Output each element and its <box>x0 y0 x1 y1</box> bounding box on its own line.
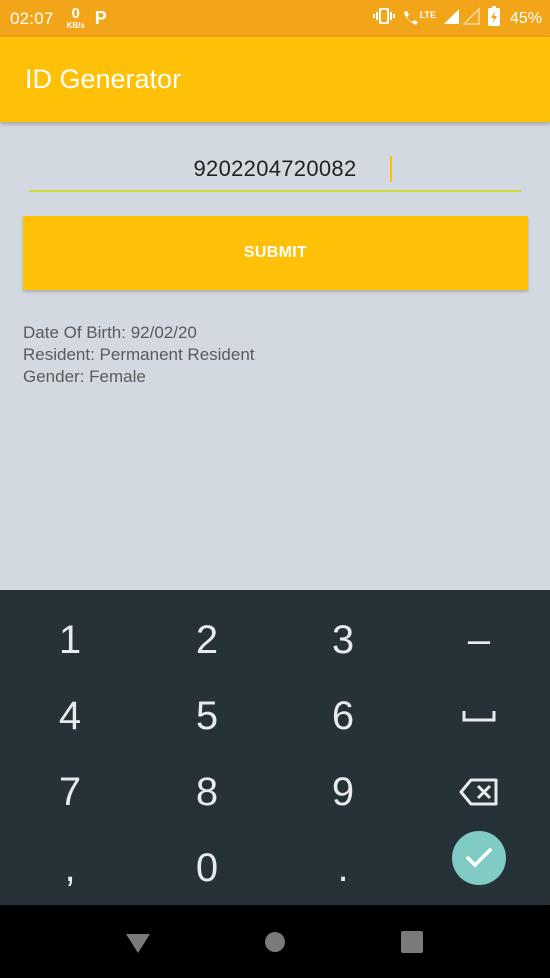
battery-percentage: 45% <box>509 9 542 27</box>
key-minus[interactable]: – <box>411 602 547 678</box>
status-time: 02:07 <box>10 8 54 28</box>
wifi-calling-icon: LTE <box>401 10 436 28</box>
id-input-container <box>29 150 521 192</box>
key-9[interactable]: 9 <box>275 754 411 830</box>
resident-text: Resident: Permanent Resident <box>23 345 255 364</box>
key-period[interactable]: . <box>275 830 411 906</box>
key-comma[interactable]: , <box>2 830 138 906</box>
key-6[interactable]: 6 <box>275 678 411 754</box>
status-right: LTE 45% <box>372 6 542 31</box>
key-5[interactable]: 5 <box>139 678 275 754</box>
signal-icon <box>442 7 482 30</box>
results-panel: Date Of Birth: 92/02/20 Resident: Perman… <box>23 322 255 388</box>
app-title: ID Generator <box>25 64 182 94</box>
check-icon <box>465 847 493 869</box>
network-speed-value: 0 <box>71 5 80 22</box>
recents-icon[interactable] <box>400 930 424 959</box>
space-icon <box>462 709 496 723</box>
navigation-bar <box>0 905 550 978</box>
done-button[interactable] <box>452 831 506 885</box>
text-cursor <box>390 156 392 182</box>
id-number-input[interactable] <box>29 150 521 188</box>
network-type-label: LTE <box>419 9 436 20</box>
back-icon[interactable] <box>124 931 152 960</box>
app-notification-icon: P <box>94 8 107 28</box>
gender-text: Gender: Female <box>23 367 146 386</box>
status-bar: 02:07 0 KB/s P LTE 45% <box>0 0 550 37</box>
key-space[interactable] <box>411 678 547 754</box>
key-2[interactable]: 2 <box>139 602 275 678</box>
key-done[interactable] <box>411 820 547 896</box>
battery-charging-icon <box>487 6 500 31</box>
submit-button[interactable]: SUBMIT <box>23 216 528 290</box>
key-4[interactable]: 4 <box>2 678 138 754</box>
network-speed: 0 KB/s <box>66 5 85 30</box>
key-0[interactable]: 0 <box>139 830 275 906</box>
home-icon[interactable] <box>263 930 287 959</box>
backspace-icon <box>459 778 499 806</box>
key-1[interactable]: 1 <box>2 602 138 678</box>
status-left: 02:07 0 KB/s P <box>10 5 107 30</box>
key-8[interactable]: 8 <box>139 754 275 830</box>
network-speed-unit: KB/s <box>66 21 85 30</box>
app-bar: ID Generator <box>0 37 550 122</box>
key-7[interactable]: 7 <box>2 754 138 830</box>
vibrate-icon <box>372 8 395 29</box>
key-backspace[interactable] <box>411 754 547 830</box>
key-3[interactable]: 3 <box>275 602 411 678</box>
numeric-keyboard: 1 2 3 – 4 5 6 7 8 9 , 0 . <box>0 590 550 905</box>
date-of-birth-text: Date Of Birth: 92/02/20 <box>23 323 197 342</box>
